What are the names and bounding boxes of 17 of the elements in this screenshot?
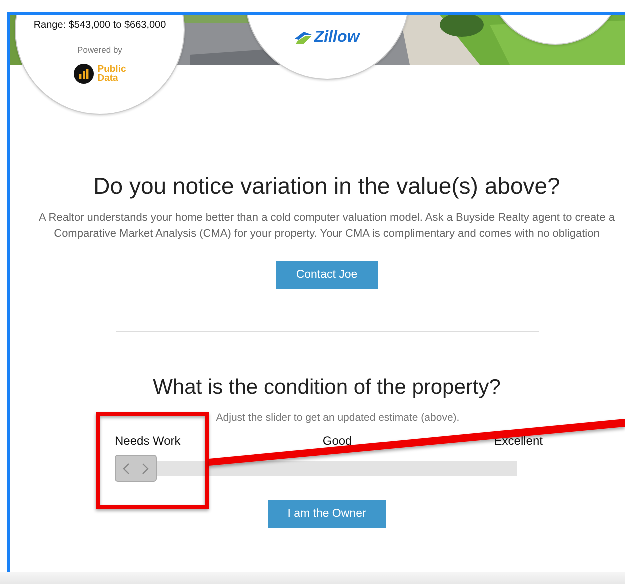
logo-text: Zillow [314,29,360,47]
bar-chart-icon [74,64,94,84]
powered-by-label: Powered by [78,45,122,55]
slider-hint: Adjust the slider to get an updated estimate (above). [216,412,460,424]
slider-label: Excellent [494,434,543,448]
logo-text: Public Data [98,65,126,83]
house-icon [295,32,312,44]
price-range: Range: $543,000 to $663,000 [34,20,166,31]
section-title: Do you notice variation in the value(s) above? [94,173,560,200]
section-title: What is the condition of the property? [153,376,501,400]
slider[interactable] [115,455,517,482]
description: A Realtor understands your home better than a cold computer valuation model. Ask a Buyside Realty agent to create a Comparative Market Analysis (CMA) for your property. Your CMA is complimentary and comes with no obligation [38,211,616,242]
slider-handle[interactable] [115,455,157,482]
owner-button[interactable]: I am the Owner [268,500,386,528]
slider-label: Needs Work [115,434,181,448]
slider-label: Good [322,434,352,448]
contact-button[interactable]: Contact Joe [276,261,378,289]
